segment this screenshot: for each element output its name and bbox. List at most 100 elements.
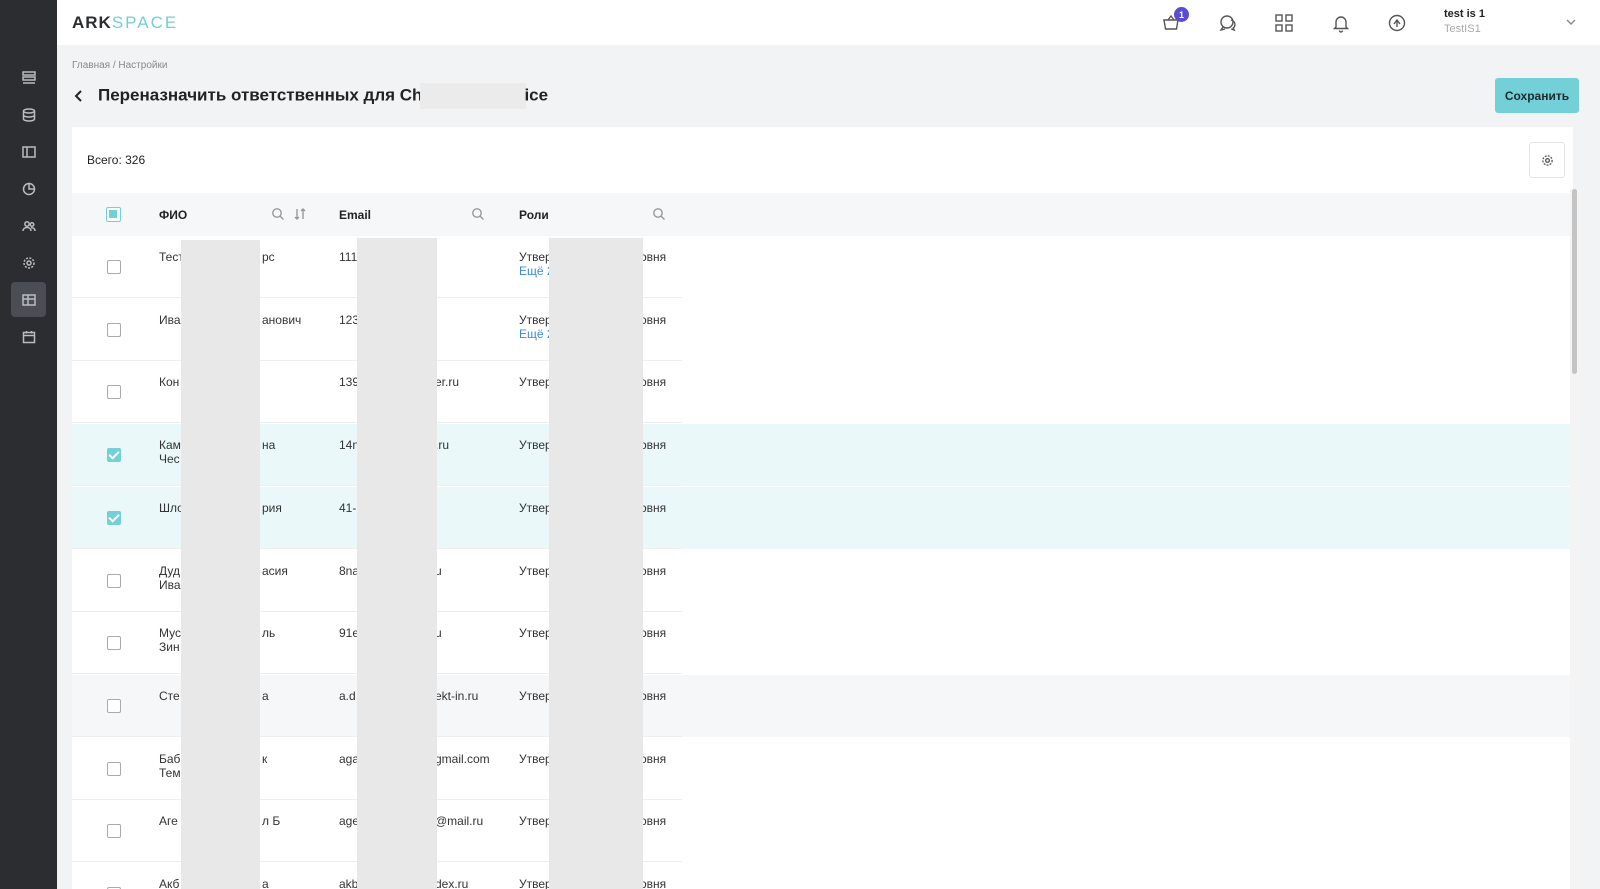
user-name: test is 1 [1444,8,1485,20]
role-part: овня [640,312,667,327]
page-title-end: ice [524,85,549,105]
row-checkbox[interactable] [107,573,121,588]
redacted-block [420,83,527,109]
sync-button[interactable] [1385,11,1409,35]
logo[interactable]: ARKSPACE [72,13,178,33]
role-part: овня [640,814,667,829]
apps-button[interactable] [1272,11,1296,35]
name-cell: Акб а [159,877,269,889]
topbar: ARKSPACE 1 test is 1 TestIS1 [57,0,1600,45]
column-roles-header: Роли [519,208,549,222]
search-icon [472,208,484,220]
name-sort-button[interactable] [293,207,307,221]
table-row[interactable]: Аге л Бage @mail.ru Утвер овня [72,800,1573,863]
user-menu[interactable]: test is 1 TestIS1 [1444,8,1485,35]
name-part: к [262,751,268,766]
table-row[interactable]: Акб а akb dex.ru Утвер овня [72,863,1573,889]
table-edit-icon [21,293,36,306]
chat-icon [1219,15,1236,32]
email-part: gmail.com [435,751,490,766]
name-part: ль [262,626,276,641]
column-name-header: ФИО [159,208,188,222]
role-part: Утвер [519,563,552,578]
row-checkbox[interactable] [107,448,121,463]
email-part: 111 [339,250,358,264]
role-part: Утвер [519,688,552,703]
sidebar-item-settings[interactable] [11,245,46,280]
role-part: овня [640,500,667,515]
roles-cell: Утвер овня [519,626,666,641]
name-search-button[interactable] [271,207,285,221]
sidebar-item-list[interactable] [11,60,46,95]
table-row[interactable]: Сте а a.d ekt-in.ru Утвер овня [72,674,1573,737]
roles-cell: Утвер овня [519,877,666,889]
row-checkbox[interactable] [107,761,121,776]
row-checkbox[interactable] [107,260,121,274]
table-row[interactable]: Ива анович 123 Утвер овня Ещё 2 [72,299,1573,361]
sidebar-item-layout[interactable] [11,134,46,169]
user-menu-toggle[interactable] [1565,15,1577,27]
table-row[interactable]: Мус ль Зин 91e u Утвер овня [72,612,1573,675]
table-row[interactable]: Кон 139 er.ru Утвер овня [72,361,1573,424]
sidebar-item-table[interactable] [11,282,46,317]
table-row[interactable]: Кам на Чес 14n .ru Утвер овня [72,424,1573,487]
users-table-card: Всего: 326 ФИО Email Роли Тест рс 111 Утвер… [72,127,1573,889]
chevron-left-icon [74,90,82,102]
row-checkbox[interactable] [107,322,121,337]
name-part: Мус [159,626,181,641]
role-part: Утвер [519,250,552,264]
email-part: a.d [339,688,356,703]
name-cell: Сте а [159,688,269,703]
name-part: на [262,438,276,453]
email-search-button[interactable] [471,207,485,221]
back-button[interactable] [72,86,94,106]
table-row[interactable]: Дуд асия Ива 8na u Утвер овня [72,550,1573,612]
gear-icon [22,256,35,269]
sidebar-item-reports[interactable] [11,171,46,206]
select-all-checkbox[interactable] [106,207,121,222]
page-title-start: Переназначить ответственных для Ch [98,85,423,105]
row-checkbox[interactable] [107,824,121,839]
roles-cell: Утвер овня [519,752,666,766]
chevron-down-icon [1566,19,1576,25]
row-checkbox[interactable] [107,510,121,525]
table-settings-button[interactable] [1529,142,1565,178]
name-part: Чес [159,452,180,467]
cart-button[interactable]: 1 [1159,7,1189,35]
database-icon [22,107,35,122]
name-part: Ива [159,312,181,327]
layout-icon [21,145,36,158]
email-cell: akb dex.ru [339,877,468,889]
sidebar-item-database[interactable] [11,97,46,132]
breadcrumb[interactable]: Главная / Настройки [72,60,167,71]
row-checkbox[interactable] [107,698,121,713]
name-part: Дуд [159,563,180,578]
save-button[interactable]: Сохранить [1495,78,1579,113]
name-cell: Ива анович [159,312,301,327]
roles-search-button[interactable] [652,207,666,221]
email-part: dex.ru [435,877,469,889]
apps-grid-icon [1275,14,1293,32]
role-part: Утвер [519,877,552,889]
name-part: Тем [159,765,181,780]
row-checkbox[interactable] [107,385,121,400]
sidebar-item-users[interactable] [11,208,46,243]
sync-icon [1388,14,1406,32]
table-row[interactable]: Шло рия 41- Утвер овня [72,486,1573,549]
email-cell: 41- [339,501,356,515]
role-part: овня [640,375,667,390]
scrollbar-thumb[interactable] [1572,189,1577,374]
logo-space: SPACE [111,13,179,32]
row-checkbox[interactable] [107,636,121,651]
chat-button[interactable] [1216,11,1240,35]
role-part: Утвер [519,626,552,641]
notifications-button[interactable] [1329,11,1353,35]
role-part: Утвер [519,375,552,390]
table-row[interactable]: Баб к Тем aga gmail.com Утвер овня [72,738,1573,800]
name-cell: Аге л Б [159,814,280,828]
name-part: Ива [159,577,181,592]
sidebar-item-calendar[interactable] [11,319,46,354]
name-part: Сте [159,688,180,703]
table-row[interactable]: Тест рс 111 Утвер овня Ещё 2 [72,236,1573,298]
roles-cell: Утвер овня [519,501,666,515]
